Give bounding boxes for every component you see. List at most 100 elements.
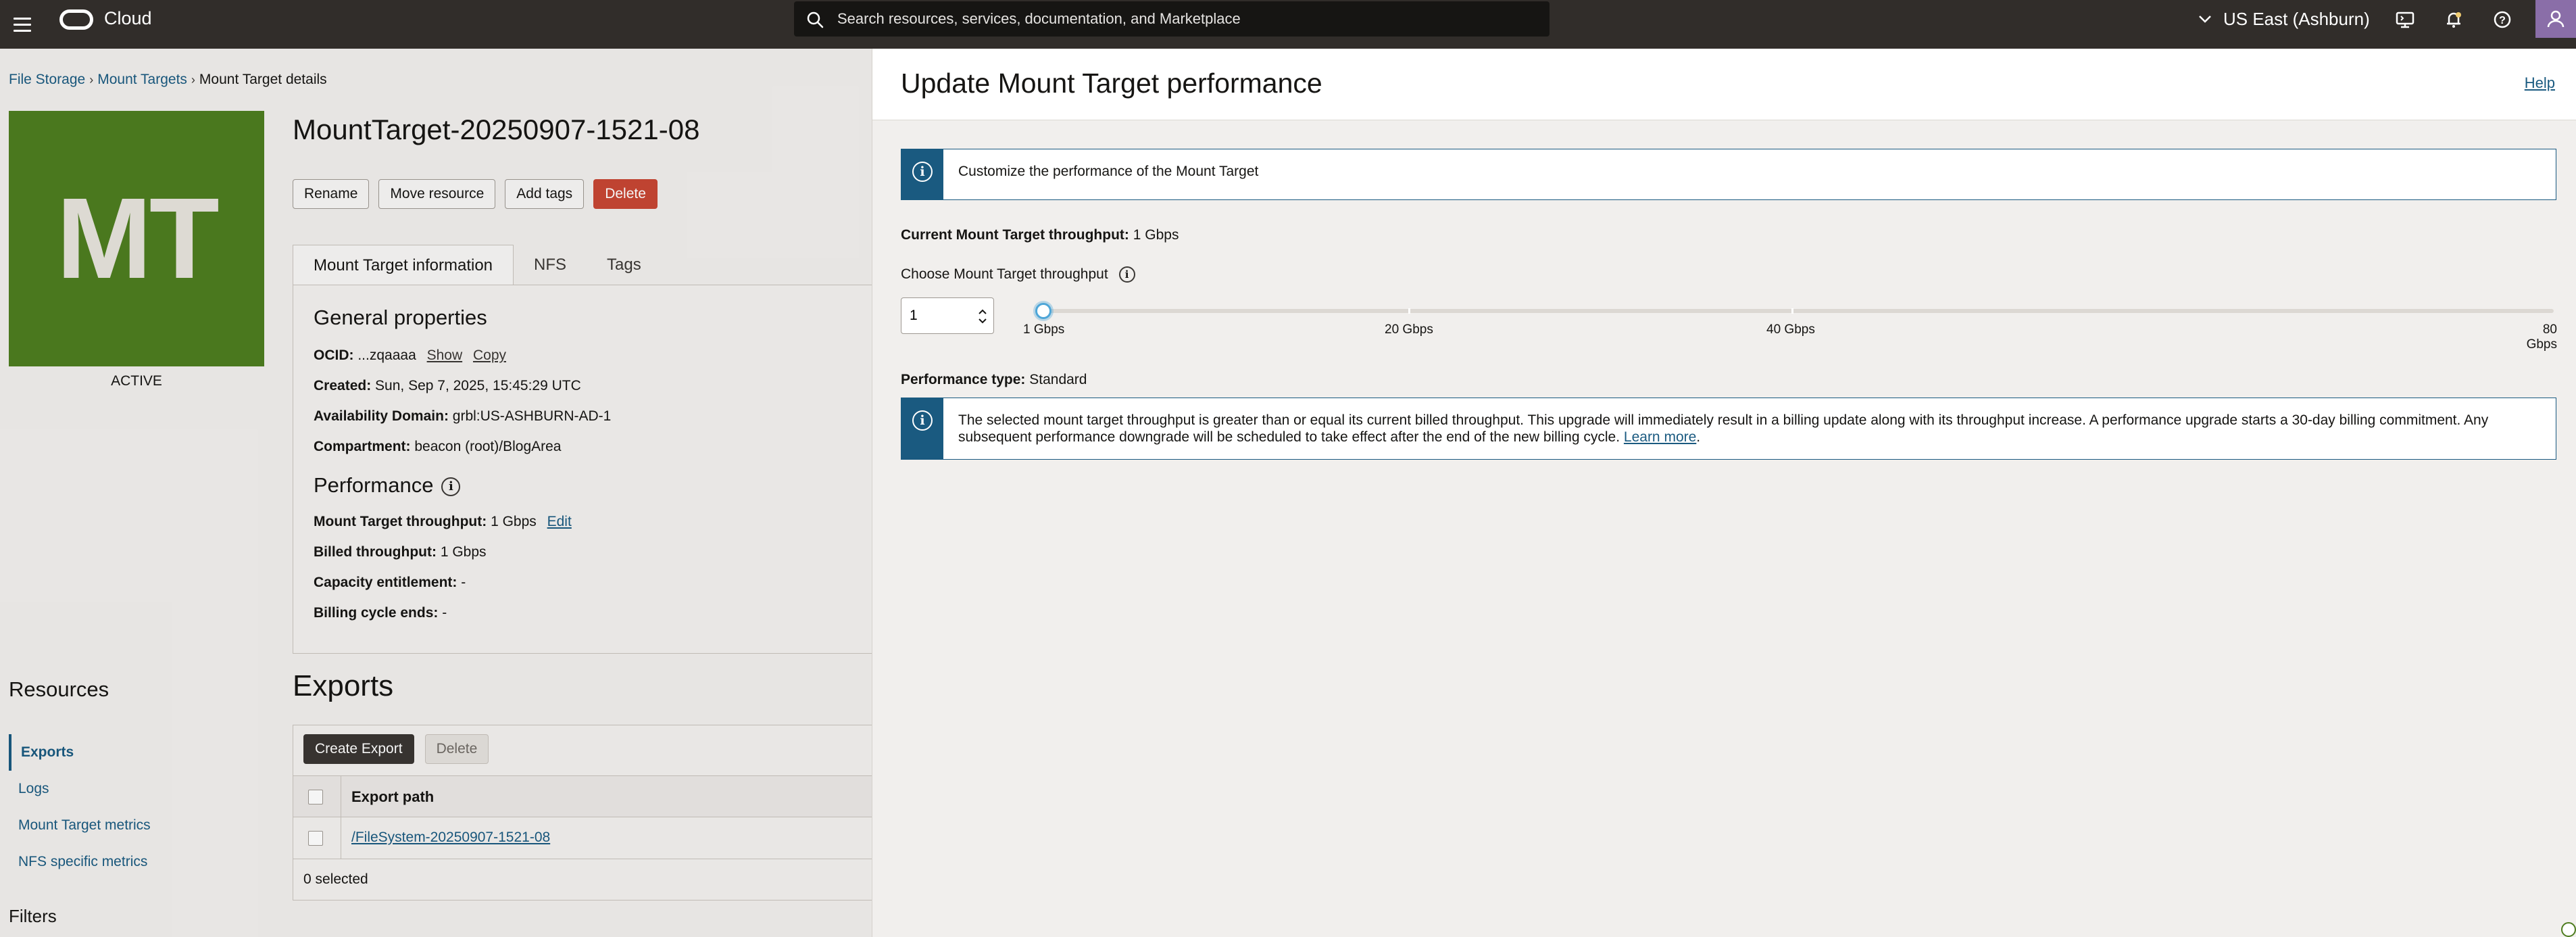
table-header: Export path bbox=[293, 775, 872, 818]
cloud-shell-icon[interactable] bbox=[2394, 8, 2417, 31]
billed-throughput-value: 1 Gbps bbox=[440, 544, 487, 560]
add-tags-button[interactable]: Add tags bbox=[505, 179, 585, 209]
delete-button[interactable]: Delete bbox=[593, 179, 658, 209]
action-bar: Rename Move resource Add tags Delete bbox=[293, 179, 658, 209]
drawer-title: Update Mount Target performance bbox=[901, 68, 1322, 99]
region-selector[interactable]: US East (Ashburn) bbox=[2198, 7, 2370, 31]
tab-tags[interactable]: Tags bbox=[587, 245, 662, 285]
row-checkbox[interactable] bbox=[308, 831, 323, 846]
breadcrumb-file-storage[interactable]: File Storage bbox=[9, 72, 85, 87]
availability-domain-label: Availability Domain: bbox=[314, 408, 449, 424]
billed-throughput-label: Billed throughput: bbox=[314, 544, 437, 560]
billing-alert: i The selected mount target throughput i… bbox=[901, 398, 2556, 460]
billing-cycle-label: Billing cycle ends: bbox=[314, 605, 439, 621]
search-input[interactable] bbox=[837, 1, 1533, 37]
throughput-input[interactable] bbox=[910, 306, 964, 325]
slider-track[interactable] bbox=[1043, 309, 2554, 313]
compartment-value: beacon (root)/BlogArea bbox=[414, 439, 562, 454]
svg-text:?: ? bbox=[2499, 15, 2506, 26]
performance-heading-text: Performance bbox=[314, 473, 434, 497]
performance-type: Performance type: Standard bbox=[901, 372, 1087, 388]
resources-item-mount-target-metrics[interactable]: Mount Target metrics bbox=[9, 807, 264, 844]
performance-type-value: Standard bbox=[1029, 372, 1087, 387]
info-alert-icon: i bbox=[901, 149, 943, 199]
compartment-row: Compartment: beacon (root)/BlogArea bbox=[314, 439, 562, 455]
slider-label-80-gbps: 80 Gbps bbox=[2526, 322, 2557, 352]
rename-button[interactable]: Rename bbox=[293, 179, 370, 209]
info-icon[interactable]: i bbox=[441, 477, 461, 496]
tab-mount-target-information[interactable]: Mount Target information bbox=[293, 245, 514, 285]
stepper-arrows-icon[interactable] bbox=[977, 306, 988, 327]
select-all-checkbox[interactable] bbox=[308, 790, 323, 804]
create-export-button[interactable]: Create Export bbox=[303, 734, 414, 764]
avatar[interactable] bbox=[2535, 0, 2576, 38]
created-value: Sun, Sep 7, 2025, 15:45:29 UTC bbox=[375, 378, 581, 393]
resources-item-exports[interactable]: Exports bbox=[9, 734, 264, 771]
ocid-value: ...zqaaaa bbox=[357, 347, 416, 363]
slider-thumb[interactable] bbox=[1035, 303, 1051, 319]
slider-label-1-gbps: 1 Gbps bbox=[1023, 322, 1065, 337]
breadcrumb: File Storage › Mount Targets › Mount Target … bbox=[9, 72, 327, 88]
capacity-entitlement-row: Capacity entitlement: - bbox=[314, 575, 466, 591]
export-path-link[interactable]: /FileSystem-20250907-1521-08 bbox=[351, 830, 550, 846]
edit-throughput-link[interactable]: Edit bbox=[547, 514, 572, 529]
resources-item-logs[interactable]: Logs bbox=[9, 771, 264, 807]
info-alert-icon: i bbox=[901, 398, 943, 459]
slider-tick bbox=[1408, 308, 1410, 314]
help-icon[interactable]: ? bbox=[2491, 8, 2514, 31]
info-alert: i Customize the performance of the Mount… bbox=[901, 149, 2556, 200]
ocid-label: OCID: bbox=[314, 347, 354, 363]
throughput-value: 1 Gbps bbox=[491, 514, 537, 529]
billing-alert-text: The selected mount target throughput is … bbox=[958, 412, 2489, 445]
top-bar: Cloud US East (Ashburn) ? bbox=[0, 0, 2576, 49]
resources-heading: Resources bbox=[9, 677, 109, 701]
feedback-icon[interactable] bbox=[2561, 922, 2576, 937]
capacity-entitlement-value: - bbox=[461, 575, 466, 590]
menu-icon[interactable] bbox=[14, 12, 34, 37]
choose-throughput-label: Choose Mount Target throughput bbox=[901, 266, 1108, 282]
capacity-entitlement-label: Capacity entitlement: bbox=[314, 575, 457, 590]
delete-export-button: Delete bbox=[424, 734, 489, 764]
learn-more-link[interactable]: Learn more bbox=[1624, 429, 1696, 445]
information-panel bbox=[293, 285, 872, 654]
resources-item-nfs-specific-metrics[interactable]: NFS specific metrics bbox=[9, 844, 264, 880]
resource-logo: MT bbox=[9, 111, 264, 366]
throughput-label: Mount Target throughput: bbox=[314, 514, 487, 529]
search-box[interactable] bbox=[794, 1, 1550, 37]
breadcrumb-mount-targets[interactable]: Mount Targets bbox=[97, 72, 187, 87]
bell-icon[interactable] bbox=[2442, 8, 2465, 31]
resources-nav: Exports Logs Mount Target metrics NFS sp… bbox=[9, 734, 264, 880]
exports-toolbar: Create Export Delete bbox=[303, 734, 489, 764]
info-icon[interactable]: i bbox=[1118, 266, 1135, 283]
throughput-stepper[interactable] bbox=[901, 297, 994, 334]
ocid-row: OCID: ...zqaaaa Show Copy bbox=[314, 347, 506, 364]
move-resource-button[interactable]: Move resource bbox=[378, 179, 496, 209]
chevron-right-icon: › bbox=[89, 73, 94, 87]
chevron-down-icon bbox=[2199, 16, 2211, 23]
current-throughput-label: Current Mount Target throughput: bbox=[901, 227, 1129, 243]
help-link[interactable]: Help bbox=[2525, 74, 2555, 92]
export-path-column-header[interactable]: Export path bbox=[351, 788, 434, 806]
update-performance-drawer: Update Mount Target performance Help i C… bbox=[872, 49, 2576, 937]
billed-throughput-row: Billed throughput: 1 Gbps bbox=[314, 544, 487, 560]
brand-name[interactable]: Cloud bbox=[104, 8, 152, 29]
throughput-slider[interactable]: 1 Gbps 20 Gbps 40 Gbps 80 Gbps bbox=[1023, 303, 2557, 352]
ocid-copy-link[interactable]: Copy bbox=[473, 347, 506, 363]
availability-domain-value: grbl:US-ASHBURN-AD-1 bbox=[452, 408, 612, 424]
chevron-right-icon: › bbox=[191, 73, 195, 87]
billing-alert-message: The selected mount target throughput is … bbox=[958, 412, 2489, 445]
drawer-header: Update Mount Target performance Help bbox=[872, 49, 2576, 120]
exports-table-panel: Create Export Delete Export path /FileSy… bbox=[293, 725, 872, 900]
billing-cycle-row: Billing cycle ends: - bbox=[314, 605, 447, 621]
tab-nfs[interactable]: NFS bbox=[514, 245, 587, 285]
ocid-show-link[interactable]: Show bbox=[427, 347, 463, 363]
page-title: MountTarget-20250907-1521-08 bbox=[293, 114, 700, 145]
user-icon bbox=[2547, 10, 2565, 28]
current-throughput-value: 1 Gbps bbox=[1133, 227, 1179, 243]
filters-heading: Filters bbox=[9, 906, 57, 926]
slider-label-40-gbps: 40 Gbps bbox=[1766, 322, 1815, 337]
choose-throughput-label-row: Choose Mount Target throughput i bbox=[901, 266, 1135, 283]
oracle-logo-icon[interactable] bbox=[59, 9, 93, 30]
availability-domain-row: Availability Domain: grbl:US-ASHBURN-AD-… bbox=[314, 408, 611, 425]
slider-tick bbox=[1791, 308, 1793, 314]
